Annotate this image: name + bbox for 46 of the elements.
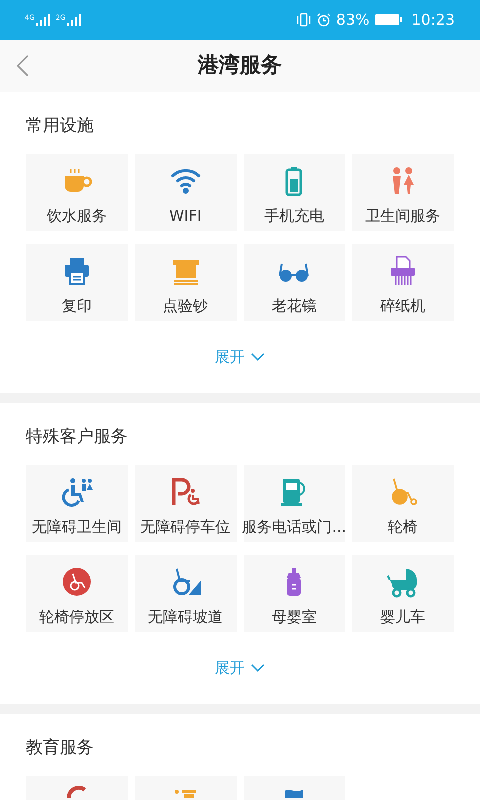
tile-label: WIFI xyxy=(169,206,202,226)
tile-label: 婴儿车 xyxy=(380,607,426,627)
service-tile[interactable]: 无障碍坡道 xyxy=(134,555,236,632)
vibrate-icon xyxy=(296,13,312,27)
service-tile[interactable]: 卫生间服务 xyxy=(352,154,454,231)
back-icon xyxy=(16,55,30,77)
tile-label: 轮椅停放区 xyxy=(39,607,114,627)
tile-label: 无障碍坡道 xyxy=(148,607,224,627)
service-tile[interactable]: 母婴室 xyxy=(244,555,346,632)
signal-icon xyxy=(66,14,81,26)
service-tile[interactable]: 老花镜 xyxy=(244,244,346,321)
battery-icon xyxy=(374,14,403,26)
tile-label: 饮水服务 xyxy=(46,206,107,226)
service-tile[interactable]: 轮椅 xyxy=(352,465,454,542)
section-title: 教育服务 xyxy=(26,737,95,760)
tile-label: 服务电话或门... xyxy=(242,517,347,537)
clock: 10:23 xyxy=(412,10,455,31)
tile-label: 轮椅 xyxy=(388,517,418,537)
service-tile[interactable]: 无障碍卫生间 xyxy=(26,465,128,542)
chevron-down-icon xyxy=(251,664,265,672)
service-tile[interactable]: 饮水服务 xyxy=(26,154,128,231)
chevron-down-icon xyxy=(251,353,265,361)
tile-label: 手机充电 xyxy=(264,206,324,226)
section-title: 常用设施 xyxy=(26,115,95,138)
tile-label: 母婴室 xyxy=(272,607,317,627)
battery-percent: 83% xyxy=(336,10,370,31)
service-tile[interactable]: 手机充电 xyxy=(244,154,346,231)
tile-label: 复印 xyxy=(62,296,92,316)
signal-icon xyxy=(36,14,50,26)
tile-label: 老花镜 xyxy=(272,296,317,316)
service-tile[interactable]: 服务电话或门... xyxy=(244,465,346,542)
alarm-icon xyxy=(317,13,332,27)
service-tile[interactable]: 婴儿车 xyxy=(352,555,454,632)
service-tile[interactable]: 轮椅停放区 xyxy=(26,555,128,632)
service-tile[interactable]: WIFI xyxy=(134,154,236,231)
service-tile[interactable]: 点验钞 xyxy=(134,244,236,321)
service-tile[interactable]: 复印 xyxy=(26,244,128,321)
tile-label: 无障碍卫生间 xyxy=(32,517,122,537)
tile-label: 无障碍停车位 xyxy=(140,517,231,537)
service-tile[interactable]: 碎纸机 xyxy=(352,244,454,321)
tile-label: 卫生间服务 xyxy=(366,206,441,226)
tile-label: 碎纸机 xyxy=(380,296,426,316)
section-title: 特殊客户服务 xyxy=(26,426,129,449)
page-title: 港湾服务 xyxy=(198,52,282,80)
tile-label: 点验钞 xyxy=(163,296,208,316)
service-tile[interactable]: 无障碍停车位 xyxy=(134,465,236,542)
